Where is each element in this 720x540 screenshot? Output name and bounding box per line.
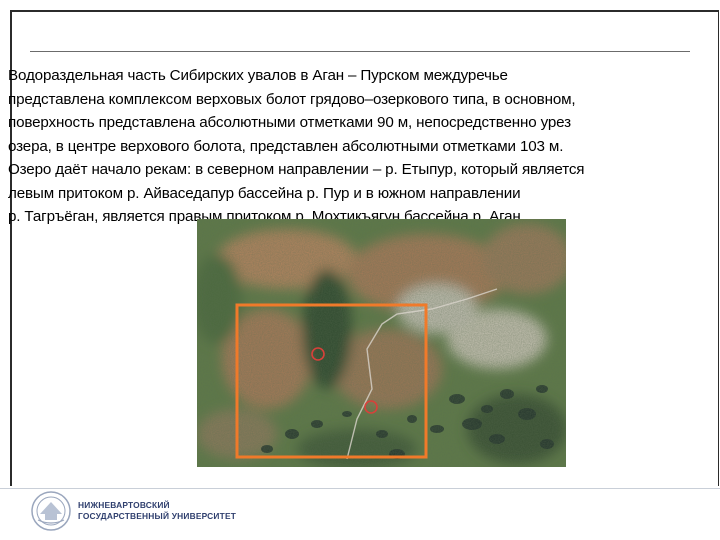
paragraph-line: Озеро даёт начало рекам: в северном напр… (8, 161, 585, 178)
university-emblem-icon (30, 490, 72, 532)
slide-top-rule (30, 51, 690, 52)
paragraph-line: представлена комплексом верховых болот г… (8, 90, 576, 108)
paragraph-line: левым притоком р. Айваседапур бассейна р… (8, 184, 521, 202)
footer-rule (0, 488, 720, 489)
university-name-line2: ГОСУДАРСТВЕННЫЙ УНИВЕРСИТЕТ (78, 511, 237, 521)
university-name-line1: НИЖНЕВАРТОВСКИЙ (78, 500, 170, 510)
paragraph-line: озера, в центре верхового болота, предст… (8, 137, 564, 155)
university-name: НИЖНЕВАРТОВСКИЙ ГОСУДАРСТВЕННЫЙ УНИВЕРСИ… (78, 500, 236, 522)
slide-paragraph: Водораздельная часть Сибирских увалов в … (8, 64, 710, 229)
paragraph-line: Водораздельная часть Сибирских увалов в … (8, 67, 508, 84)
satellite-image (197, 219, 566, 467)
paragraph-line: поверхность представлена абсолютными отм… (8, 114, 571, 131)
